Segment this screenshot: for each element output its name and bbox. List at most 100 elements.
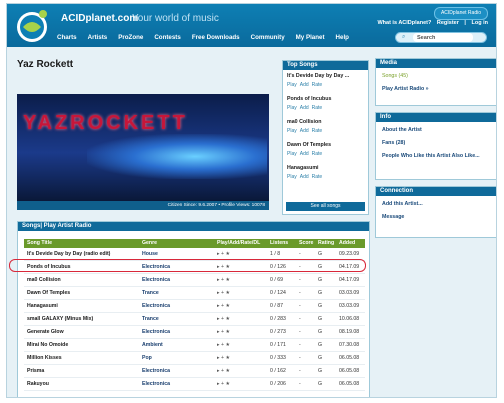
- also-like-link[interactable]: People Who Like this Artist Also Like...: [376, 151, 496, 161]
- genre-link[interactable]: Electronica: [142, 378, 170, 390]
- play-link[interactable]: Play: [287, 174, 297, 180]
- row-action-icons[interactable]: ▸ + ★: [217, 365, 230, 377]
- message-link[interactable]: Message: [376, 212, 496, 222]
- fans-link[interactable]: Fans (28): [376, 138, 496, 148]
- genre-link[interactable]: Ambient: [142, 339, 163, 351]
- rating-value: G: [318, 329, 323, 335]
- col-score[interactable]: Score: [299, 239, 313, 248]
- nav-charts[interactable]: Charts: [57, 34, 77, 41]
- add-artist-link[interactable]: Add this Artist...: [376, 199, 496, 209]
- add-link[interactable]: Add: [300, 151, 309, 157]
- song-title-link[interactable]: Rakuyou: [27, 378, 49, 390]
- genre-link[interactable]: Trance: [142, 287, 159, 299]
- top-song-title[interactable]: It's Devide Day by Day ...: [287, 73, 364, 79]
- media-heading: Media: [376, 59, 496, 68]
- nav-free-downloads[interactable]: Free Downloads: [192, 34, 240, 41]
- top-song-title[interactable]: Dawn Of Temples: [287, 142, 364, 148]
- see-all-songs-button[interactable]: See all songs: [286, 202, 365, 211]
- top-song-title[interactable]: ma0 Collision: [287, 119, 364, 125]
- row-action-icons[interactable]: ▸ + ★: [217, 326, 230, 338]
- top-song-item: It's Devide Day by Day ... Play Add Rate: [283, 70, 368, 93]
- nav-community[interactable]: Community: [251, 34, 285, 41]
- banner-glow: [87, 134, 267, 179]
- nav-contests[interactable]: Contests: [154, 34, 180, 41]
- row-action-icons[interactable]: ▸ + ★: [217, 300, 230, 312]
- nav-prozone[interactable]: ProZone: [118, 34, 143, 41]
- about-artist-link[interactable]: About the Artist: [376, 125, 496, 135]
- genre-link[interactable]: Electronica: [142, 365, 170, 377]
- add-link[interactable]: Add: [300, 105, 309, 111]
- score-value: -: [299, 329, 301, 335]
- genre-link[interactable]: Electronica: [142, 300, 170, 312]
- site-name[interactable]: ACIDplanet.com: [61, 13, 138, 24]
- genre-link[interactable]: Electronica: [142, 274, 170, 286]
- rate-link[interactable]: Rate: [312, 151, 323, 157]
- row-action-icons[interactable]: ▸ + ★: [217, 274, 230, 286]
- genre-link[interactable]: Pop: [142, 352, 152, 364]
- table-row: Rakuyou Electronica ▸ + ★ 0 / 206 - G 06.05.08: [24, 378, 365, 391]
- col-added[interactable]: Added: [339, 239, 355, 248]
- register-link[interactable]: Register: [437, 20, 459, 26]
- rating-value: G: [318, 342, 323, 348]
- added-date: 06.05.08: [339, 355, 360, 361]
- added-date: 06.05.08: [339, 368, 360, 374]
- play-link[interactable]: Play: [287, 128, 297, 134]
- acidplanet-radio-button[interactable]: ACIDplanet Radio: [433, 7, 488, 20]
- nav-artists[interactable]: Artists: [88, 34, 108, 41]
- add-link[interactable]: Add: [300, 82, 309, 88]
- song-title-link[interactable]: ma0 Collision: [27, 274, 61, 286]
- connection-heading: Connection: [376, 187, 496, 196]
- add-link[interactable]: Add: [300, 128, 309, 134]
- listens-value: 0 / 206: [270, 381, 286, 387]
- genre-link[interactable]: Electronica: [142, 326, 170, 338]
- row-action-icons[interactable]: ▸ + ★: [217, 313, 230, 325]
- info-heading: Info: [376, 113, 496, 122]
- songs-count-link[interactable]: Songs (45): [376, 71, 496, 81]
- top-song-title[interactable]: Ponds of Incubus: [287, 96, 364, 102]
- table-row: Hanagasumi Electronica ▸ + ★ 0 / 87 - G 03.03.…: [24, 300, 365, 313]
- col-listens[interactable]: Listens: [270, 239, 288, 248]
- song-title-link[interactable]: Dawn Of Temples: [27, 287, 70, 299]
- row-action-icons[interactable]: ▸ + ★: [217, 352, 230, 364]
- song-title-link[interactable]: Mirai No Omoide: [27, 339, 68, 351]
- col-genre[interactable]: Genre: [142, 239, 157, 248]
- search-input[interactable]: [413, 33, 473, 42]
- rate-link[interactable]: Rate: [312, 128, 323, 134]
- row-action-icons[interactable]: ▸ + ★: [217, 378, 230, 390]
- login-link[interactable]: Log in: [472, 20, 489, 26]
- score-value: -: [299, 316, 301, 322]
- nav-help[interactable]: Help: [336, 34, 349, 41]
- col-actions: Play/Add/Rate/DL: [217, 240, 261, 246]
- row-action-icons[interactable]: ▸ + ★: [217, 287, 230, 299]
- song-title-link[interactable]: Generate Glow: [27, 326, 64, 338]
- add-link[interactable]: Add: [300, 174, 309, 180]
- added-date: 10.06.08: [339, 316, 360, 322]
- col-song-title[interactable]: Song Title: [27, 239, 52, 248]
- song-title-link[interactable]: small GALAXY (Minus Mix): [27, 313, 93, 325]
- rate-link[interactable]: Rate: [312, 82, 323, 88]
- added-date: 06.05.08: [339, 381, 360, 387]
- top-song-title[interactable]: Hanagasumi: [287, 165, 364, 171]
- play-link[interactable]: Play: [287, 82, 297, 88]
- rate-link[interactable]: Rate: [312, 174, 323, 180]
- added-date: 03.03.09: [339, 303, 360, 309]
- song-title-link[interactable]: Hanagasumi: [27, 300, 58, 312]
- song-title-link[interactable]: Million Kisses: [27, 352, 62, 364]
- row-action-icons[interactable]: ▸ + ★: [217, 339, 230, 351]
- listens-value: 0 / 87: [270, 303, 283, 309]
- play-link[interactable]: Play: [287, 105, 297, 111]
- play-link[interactable]: Play: [287, 151, 297, 157]
- search-icon[interactable]: ⌕: [402, 34, 405, 41]
- play-artist-radio-link[interactable]: Play Artist Radio »: [376, 84, 496, 94]
- col-rating[interactable]: Rating: [318, 239, 334, 248]
- rating-value: G: [318, 368, 323, 374]
- top-song-item: ma0 Collision Play Add Rate: [283, 116, 368, 139]
- listens-value: 0 / 162: [270, 368, 286, 374]
- artist-stats-caption: Citizen Since: 9.6.2007 • Profile Views:…: [17, 201, 269, 210]
- what-is-link[interactable]: What is ACIDplanet?: [377, 20, 431, 26]
- acidplanet-logo-icon[interactable]: [13, 7, 51, 45]
- rate-link[interactable]: Rate: [312, 105, 323, 111]
- nav-my-planet[interactable]: My Planet: [296, 34, 325, 41]
- genre-link[interactable]: Trance: [142, 313, 159, 325]
- song-title-link[interactable]: Prisma: [27, 365, 44, 377]
